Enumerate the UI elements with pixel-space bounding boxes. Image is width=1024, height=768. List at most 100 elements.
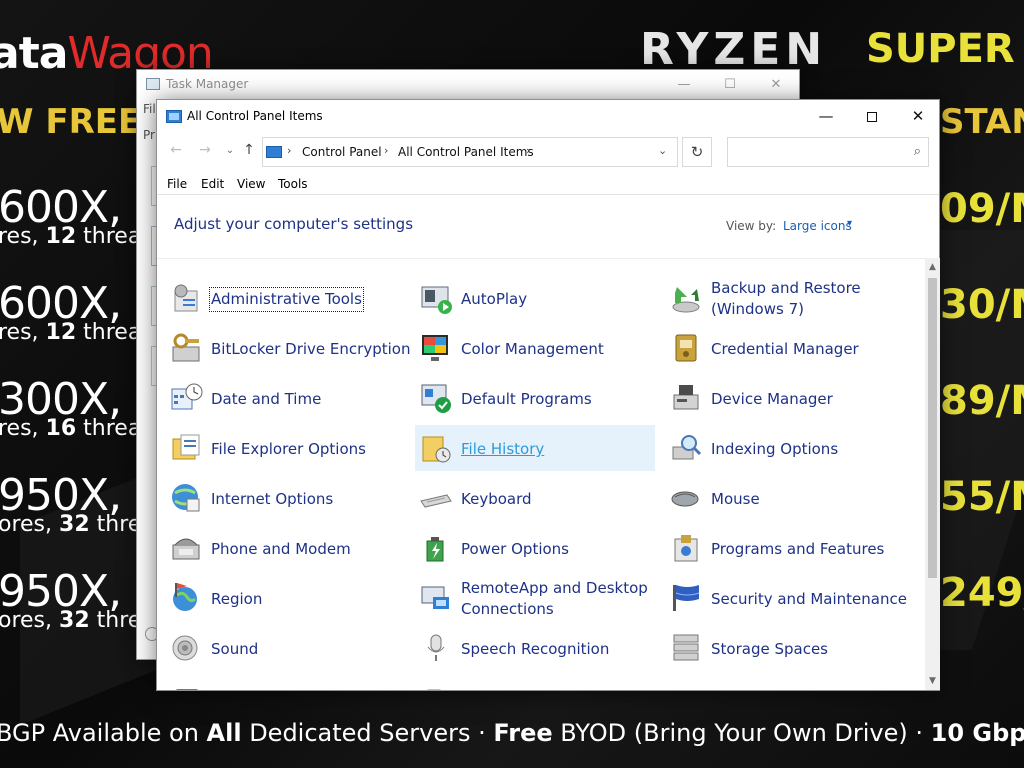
ad-cpu-cores: res, 12 threac [0,320,154,345]
maximize-button[interactable] [849,100,895,132]
vertical-scrollbar[interactable]: ▲ ▼ [925,258,940,690]
menu-file[interactable]: File [167,177,187,191]
control-panel-item[interactable]: Programs and Features [665,525,905,571]
ad-footer-text: BGP Available on All Dedicated Servers ·… [0,719,1024,747]
control-panel-item[interactable]: Security and Maintenance [665,575,907,621]
ad-stant-text: STANT [940,102,1024,142]
control-panel-item-label: Security and Maintenance [711,590,907,608]
control-panel-item-label: Credential Manager [711,340,859,358]
control-panel-item[interactable]: Mouse [665,475,905,521]
file-history-icon [419,431,453,465]
menu-edit[interactable]: Edit [201,177,224,191]
address-control-panel-icon [266,146,282,158]
menu-view[interactable]: View [237,177,265,191]
scrollbar-thumb[interactable] [928,278,937,578]
control-panel-item[interactable]: File History [415,425,655,471]
partially-visible-item-icon [426,689,442,690]
task-manager-close-button[interactable]: ✕ [753,74,799,96]
control-panel-item[interactable]: BitLocker Drive Encryption [165,325,410,371]
control-panel-item[interactable]: Phone and Modem [165,525,405,571]
control-panel-item-label: Color Management [461,340,604,358]
control-panel-titlebar[interactable]: All Control Panel Items — ✕ [157,100,939,132]
control-panel-item[interactable]: Storage Spaces [665,625,905,671]
control-panel-item[interactable]: Keyboard [415,475,655,521]
control-panel-item-label: File Explorer Options [211,440,366,458]
menu-bar: File Edit View Tools [157,173,939,195]
control-panel-item[interactable]: File Explorer Options [165,425,405,471]
close-button[interactable]: ✕ [895,100,941,132]
color-management-icon [419,331,453,365]
task-manager-title: Task Manager [166,77,249,91]
task-manager-menu-file[interactable]: Fil [143,102,156,116]
device-manager-icon [669,381,703,415]
view-by-dropdown[interactable]: Large icons [783,219,852,233]
task-manager-tab-processes[interactable]: Pr [143,128,155,142]
task-manager-titlebar[interactable]: Task Manager — ☐ ✕ [137,70,799,100]
region-icon [169,581,203,615]
control-panel-item[interactable]: Indexing Options [665,425,905,471]
control-panel-item[interactable]: Power Options [415,525,655,571]
backup-restore-icon [669,281,703,315]
breadcrumb-separator[interactable]: › [526,144,530,157]
control-panel-item[interactable]: Internet Options [165,475,405,521]
control-panel-item-label: Default Programs [461,390,592,408]
task-manager-minimize-button[interactable]: — [661,74,707,96]
control-panel-item-label: Power Options [461,540,569,558]
ad-super-text: SUPER D [866,26,1024,72]
up-button[interactable]: ↑ [238,142,260,158]
ad-cpu-cores: res, 16 threac [0,416,154,441]
control-panel-window[interactable]: All Control Panel Items — ✕ ← → ⌄ ↑ › Co… [156,99,940,691]
forward-button[interactable]: → [194,142,216,158]
date-time-icon [169,381,203,415]
control-panel-item[interactable]: Speech Recognition [415,625,655,671]
task-manager-maximize-button[interactable]: ☐ [707,74,753,96]
control-panel-item-label: Device Manager [711,390,833,408]
back-button[interactable]: ← [165,142,187,158]
search-icon[interactable]: ⌕ [914,144,921,159]
control-panel-item[interactable]: Date and Time [165,375,405,421]
address-dropdown-icon[interactable]: ⌄ [658,144,667,157]
control-panel-item[interactable]: Backup and Restore (Windows 7) [665,275,905,321]
ad-cpu-cores: ores, 32 threa [0,512,155,537]
breadcrumb-separator[interactable]: › [384,144,388,157]
default-programs-icon [419,381,453,415]
minimize-button[interactable]: — [803,100,849,132]
address-bar[interactable]: › Control Panel › All Control Panel Item… [262,137,678,167]
refresh-button[interactable]: ↻ [682,137,712,167]
breadcrumb-separator[interactable]: › [287,144,291,157]
control-panel-item[interactable]: Region [165,575,405,621]
menu-tools[interactable]: Tools [278,177,308,191]
administrative-tools-icon [169,281,203,315]
control-panel-item[interactable]: AutoPlay [415,275,655,321]
internet-options-icon [169,481,203,515]
mouse-icon [669,481,703,515]
control-panel-item-label: Storage Spaces [711,640,828,658]
ad-cpu-cores: ores, 32 threa [0,608,155,633]
control-panel-item[interactable]: RemoteApp and Desktop Connections [415,575,655,621]
breadcrumb-control-panel[interactable]: Control Panel [302,145,382,159]
indexing-options-icon [669,431,703,465]
breadcrumb-all-items[interactable]: All Control Panel Items [398,145,534,159]
control-panel-item[interactable]: Device Manager [665,375,905,421]
control-panel-item[interactable]: Color Management [415,325,655,371]
partially-visible-item-icon [175,689,199,690]
view-by-caret-icon[interactable]: ▾ [847,218,852,229]
ad-cpu-price: 89/M [940,378,1024,424]
control-panel-items-grid: Administrative Tools AutoPlay Backup and R… [157,258,925,690]
address-bar-row: ← → ⌄ ↑ › Control Panel › All Control Pa… [157,133,939,171]
control-panel-item[interactable]: Credential Manager [665,325,905,371]
search-input[interactable]: ⌕ [727,137,929,167]
speech-recognition-icon [419,631,453,665]
scroll-down-icon[interactable]: ▼ [925,674,940,688]
control-panel-item-label: Region [211,590,263,608]
control-panel-item[interactable]: Administrative Tools [165,275,405,321]
ad-cpu-price: 249/M [940,570,1024,616]
scroll-up-icon[interactable]: ▲ [925,260,940,274]
control-panel-item[interactable]: Default Programs [415,375,655,421]
control-panel-item-label: Indexing Options [711,440,839,458]
control-panel-item-label: File History [461,440,545,458]
control-panel-icon [166,110,182,123]
control-panel-item[interactable]: Sound [165,625,405,671]
window-title: All Control Panel Items [187,109,323,123]
control-panel-item-label: Backup and Restore (Windows 7) [711,279,861,318]
